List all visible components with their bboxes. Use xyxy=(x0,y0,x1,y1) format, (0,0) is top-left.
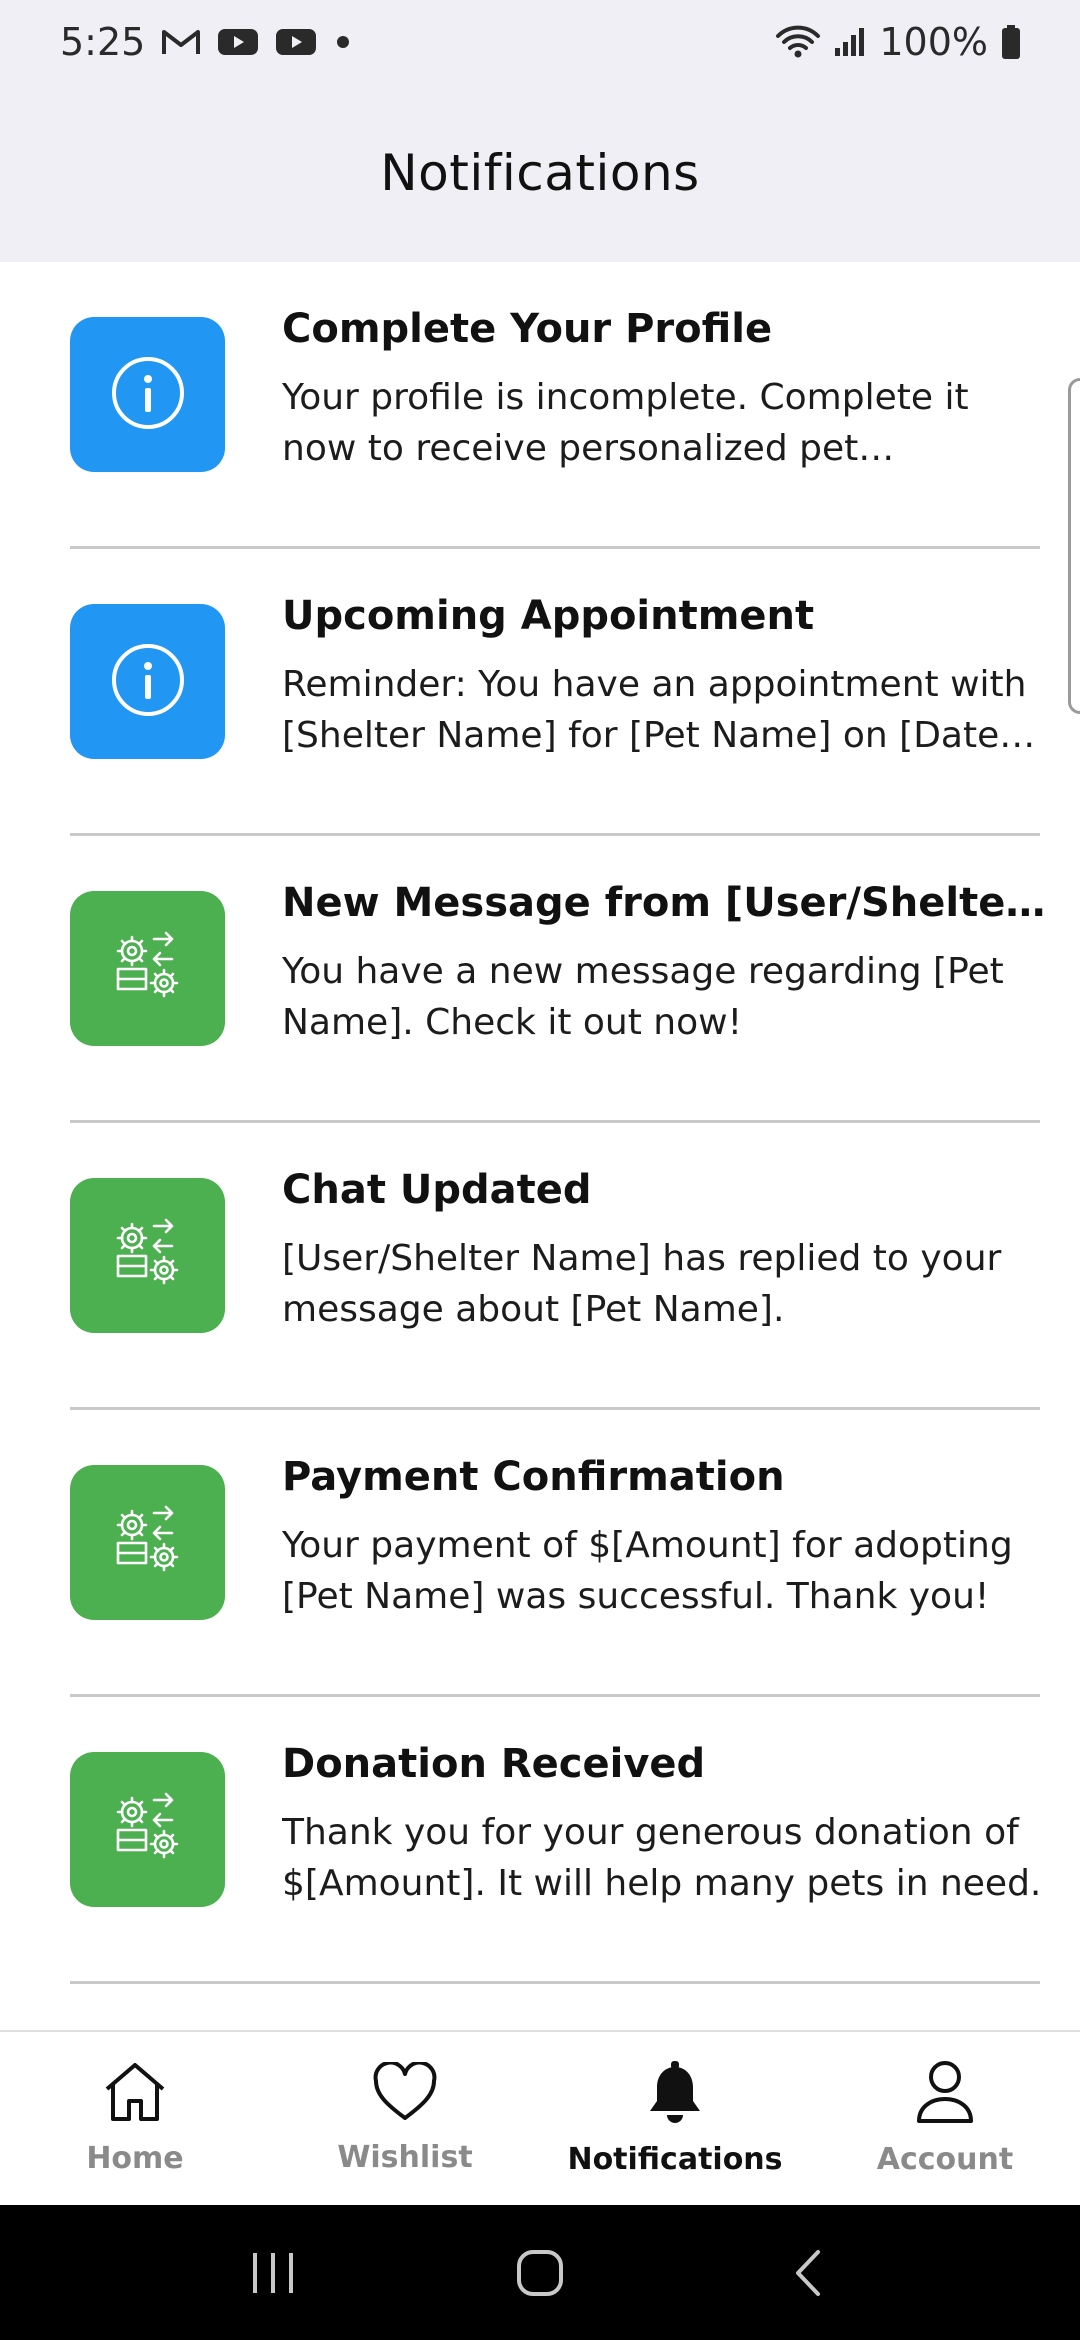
gears-sync-icon xyxy=(110,1790,186,1870)
youtube-icon xyxy=(217,27,259,57)
gears-sync-icon xyxy=(110,1216,186,1296)
heart-icon xyxy=(372,2060,438,2126)
home-icon xyxy=(102,2061,168,2127)
notification-title: Upcoming Appointment xyxy=(282,593,815,639)
nav-wishlist[interactable]: Wishlist xyxy=(270,2032,540,2205)
notification-body: Your payment of $[Amount] for adopting [… xyxy=(282,1525,1013,1617)
battery-percent: 100% xyxy=(879,20,988,64)
app-header: Notifications xyxy=(0,84,1080,262)
home-circle-icon[interactable] xyxy=(480,2223,600,2323)
system-nav xyxy=(0,2205,1080,2340)
notification-title: Payment Confirmation xyxy=(282,1454,785,1500)
notification-body: [User/Shelter Name] has replied to your … xyxy=(282,1238,1002,1330)
signal-icon xyxy=(833,26,867,58)
gmail-icon xyxy=(161,27,201,57)
notification-item[interactable]: Upcoming Appointment Reminder: You have … xyxy=(70,549,1040,836)
notification-badge xyxy=(70,317,225,472)
page-title: Notifications xyxy=(380,144,700,202)
notification-badge xyxy=(70,604,225,759)
notification-badge xyxy=(70,1465,225,1620)
nav-notifications[interactable]: Notifications xyxy=(540,2032,810,2205)
notification-body: Thank you for your generous donation of … xyxy=(282,1812,1042,1904)
nav-label: Notifications xyxy=(567,2142,783,2177)
gears-sync-icon xyxy=(110,929,186,1009)
info-icon xyxy=(110,355,186,435)
notification-item[interactable]: Complete Your Profile Your profile is in… xyxy=(70,262,1040,549)
notification-list[interactable]: Complete Your Profile Your profile is in… xyxy=(0,262,1080,2030)
bell-icon xyxy=(645,2060,705,2128)
back-icon[interactable] xyxy=(747,2223,867,2323)
battery-icon xyxy=(1000,24,1022,60)
status-bar: 5:25 100% xyxy=(0,0,1080,84)
status-left: 5:25 xyxy=(60,20,353,64)
notification-item[interactable]: Chat Updated [User/Shelter Name] has rep… xyxy=(70,1123,1040,1410)
notification-badge xyxy=(70,1752,225,1907)
status-right: 100% xyxy=(775,20,1022,64)
status-time: 5:25 xyxy=(60,20,146,64)
notification-title: Chat Updated xyxy=(282,1167,592,1213)
person-icon xyxy=(915,2060,975,2128)
notification-title: Complete Your Profile xyxy=(282,306,773,352)
notification-item[interactable]: Payment Confirmation Your payment of $[A… xyxy=(70,1410,1040,1697)
nav-home[interactable]: Home xyxy=(0,2032,270,2205)
notification-title: New Message from [User/Shelter Name] xyxy=(282,880,1047,926)
nav-label: Wishlist xyxy=(337,2140,473,2175)
scrollbar[interactable] xyxy=(1068,378,1080,714)
gears-sync-icon xyxy=(110,1503,186,1583)
notification-body: Your profile is incomplete. Complete it … xyxy=(282,377,969,469)
notification-badge xyxy=(70,891,225,1046)
notification-badge xyxy=(70,1178,225,1333)
youtube-icon xyxy=(275,27,317,57)
notification-title: Donation Received xyxy=(282,1741,706,1787)
recents-icon[interactable] xyxy=(213,2223,333,2323)
nav-account[interactable]: Account xyxy=(810,2032,1080,2205)
wifi-icon xyxy=(775,24,821,60)
notification-item[interactable]: New Message from [User/Shelter Name] You… xyxy=(70,836,1047,1123)
info-icon xyxy=(110,642,186,722)
nav-label: Account xyxy=(876,2142,1014,2177)
bottom-nav: Home Wishlist Notifications Account xyxy=(0,2030,1080,2205)
notification-item[interactable]: Donation Received Thank you for your gen… xyxy=(70,1697,1041,1984)
nav-label: Home xyxy=(86,2141,184,2176)
notification-body: Reminder: You have an appointment with [… xyxy=(282,664,1027,756)
dot-icon xyxy=(333,32,353,52)
notification-body: You have a new message regarding [Pet Na… xyxy=(282,951,1004,1043)
